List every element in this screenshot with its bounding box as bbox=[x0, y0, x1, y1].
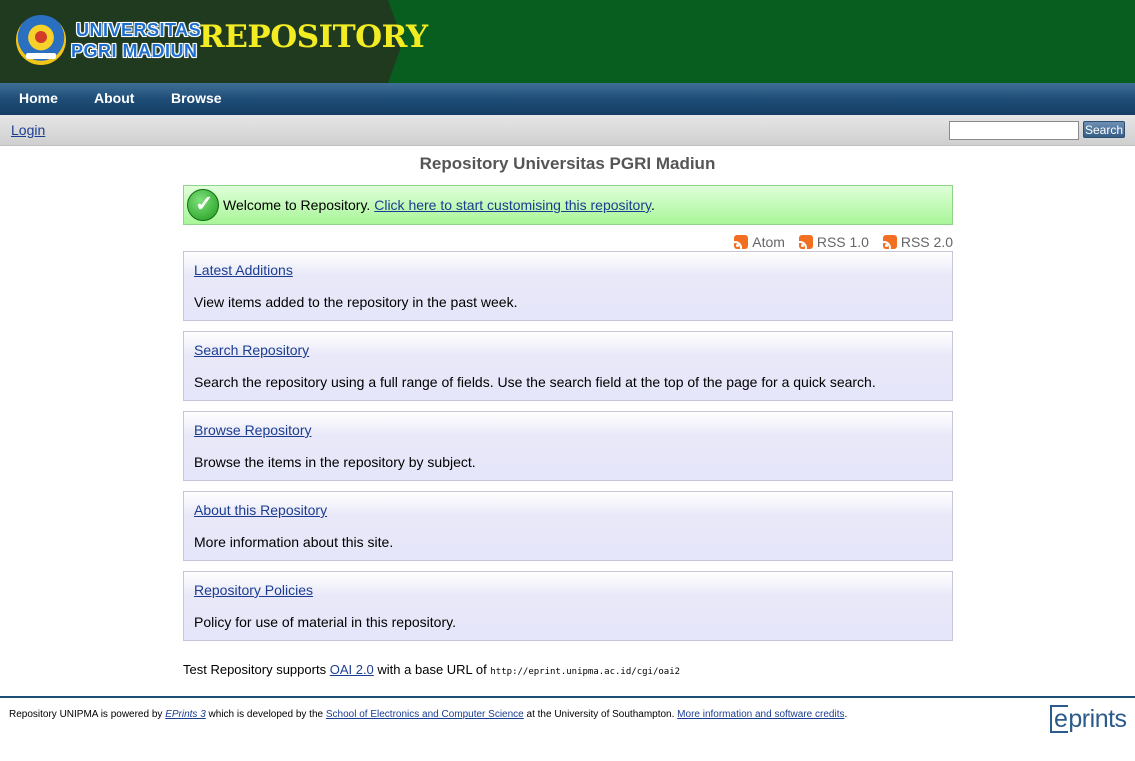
oai-link[interactable]: OAI 2.0 bbox=[330, 662, 374, 677]
rss-icon bbox=[882, 235, 897, 249]
search-input[interactable] bbox=[949, 121, 1079, 140]
search-button[interactable]: Search bbox=[1083, 121, 1125, 138]
nav-home[interactable]: Home bbox=[19, 90, 58, 106]
card-description: View items added to the repository in th… bbox=[194, 294, 518, 310]
card-latest-additions: Latest Additions View items added to the… bbox=[183, 251, 953, 321]
card-about-repository: About this Repository More information a… bbox=[183, 491, 953, 561]
site-title[interactable]: REPOSITORY bbox=[199, 19, 428, 55]
nav-browse[interactable]: Browse bbox=[171, 90, 222, 106]
card-description: Policy for use of material in this repos… bbox=[194, 614, 456, 630]
oai-middle: with a base URL of bbox=[377, 662, 487, 677]
rss-icon bbox=[734, 235, 749, 249]
oai-base-url: http://eprint.unipma.ac.id/cgi/oai2 bbox=[490, 667, 681, 677]
logo-university-text[interactable]: UNIVERSITAS bbox=[76, 20, 201, 41]
browse-repository-link[interactable]: Browse Repository bbox=[194, 422, 312, 438]
footer-text-1: Repository UNIPMA is powered by bbox=[9, 709, 163, 720]
rss2-feed-label: RSS 2.0 bbox=[900, 234, 953, 250]
atom-feed-label: Atom bbox=[752, 234, 785, 250]
rss1-feed-link[interactable]: RSS 1.0 bbox=[798, 234, 869, 250]
welcome-message: ✓ Welcome to Repository. Click here to s… bbox=[183, 185, 953, 225]
welcome-text: Welcome to Repository. bbox=[223, 197, 371, 213]
rss-icon bbox=[798, 235, 813, 249]
welcome-text-line: Welcome to Repository. Click here to sta… bbox=[223, 197, 655, 213]
footer-divider bbox=[0, 696, 1135, 698]
atom-feed-link[interactable]: Atom bbox=[734, 234, 785, 250]
welcome-trailing: . bbox=[650, 197, 655, 213]
credits-link[interactable]: More information and software credits bbox=[677, 709, 844, 720]
card-repository-policies: Repository Policies Policy for use of ma… bbox=[183, 571, 953, 641]
footer-text-4: . bbox=[844, 709, 848, 720]
about-repository-link[interactable]: About this Repository bbox=[194, 502, 327, 518]
search-repository-link[interactable]: Search Repository bbox=[194, 342, 309, 358]
login-link[interactable]: Login bbox=[11, 122, 45, 138]
rss1-feed-label: RSS 1.0 bbox=[816, 234, 869, 250]
footer-text-3: at the University of Southampton. bbox=[526, 709, 675, 720]
latest-additions-link[interactable]: Latest Additions bbox=[194, 262, 293, 278]
card-browse-repository: Browse Repository Browse the items in th… bbox=[183, 411, 953, 481]
checkmark-icon: ✓ bbox=[187, 189, 219, 221]
oai-prefix: Test Repository supports bbox=[183, 662, 327, 677]
rss2-feed-link[interactable]: RSS 2.0 bbox=[882, 234, 953, 250]
university-seal-icon[interactable] bbox=[16, 15, 66, 65]
eprints-link[interactable]: EPrints 3 bbox=[165, 709, 206, 720]
card-search-repository: Search Repository Search the repository … bbox=[183, 331, 953, 401]
logo-pgri-madiun-text[interactable]: PGRI MADIUN bbox=[71, 41, 198, 62]
login-search-bar: Login Search bbox=[0, 115, 1135, 146]
school-link[interactable]: School of Electronics and Computer Scien… bbox=[326, 709, 524, 720]
main-nav: Home About Browse bbox=[0, 83, 1135, 115]
customise-repository-link[interactable]: Click here to start customising this rep… bbox=[374, 197, 651, 213]
card-description: Search the repository using a full range… bbox=[194, 374, 876, 390]
card-description: Browse the items in the repository by su… bbox=[194, 454, 476, 470]
eprints-logo-e: e bbox=[1050, 705, 1069, 733]
repository-policies-link[interactable]: Repository Policies bbox=[194, 582, 313, 598]
eprints-logo-text: prints bbox=[1068, 705, 1127, 733]
page-title: Repository Universitas PGRI Madiun bbox=[419, 154, 716, 173]
site-header: UNIVERSITAS PGRI MADIUN REPOSITORY bbox=[0, 0, 1135, 83]
card-description: More information about this site. bbox=[194, 534, 394, 550]
feed-links: Atom RSS 1.0 RSS 2.0 bbox=[724, 234, 953, 252]
eprints-logo[interactable]: eprints bbox=[1050, 705, 1127, 734]
nav-about[interactable]: About bbox=[94, 90, 134, 106]
footer-text-2: which is developed by the bbox=[208, 709, 324, 720]
oai-info: Test Repository supports OAI 2.0 with a … bbox=[183, 662, 680, 677]
footer-credits: Repository UNIPMA is powered by EPrints … bbox=[9, 709, 847, 720]
